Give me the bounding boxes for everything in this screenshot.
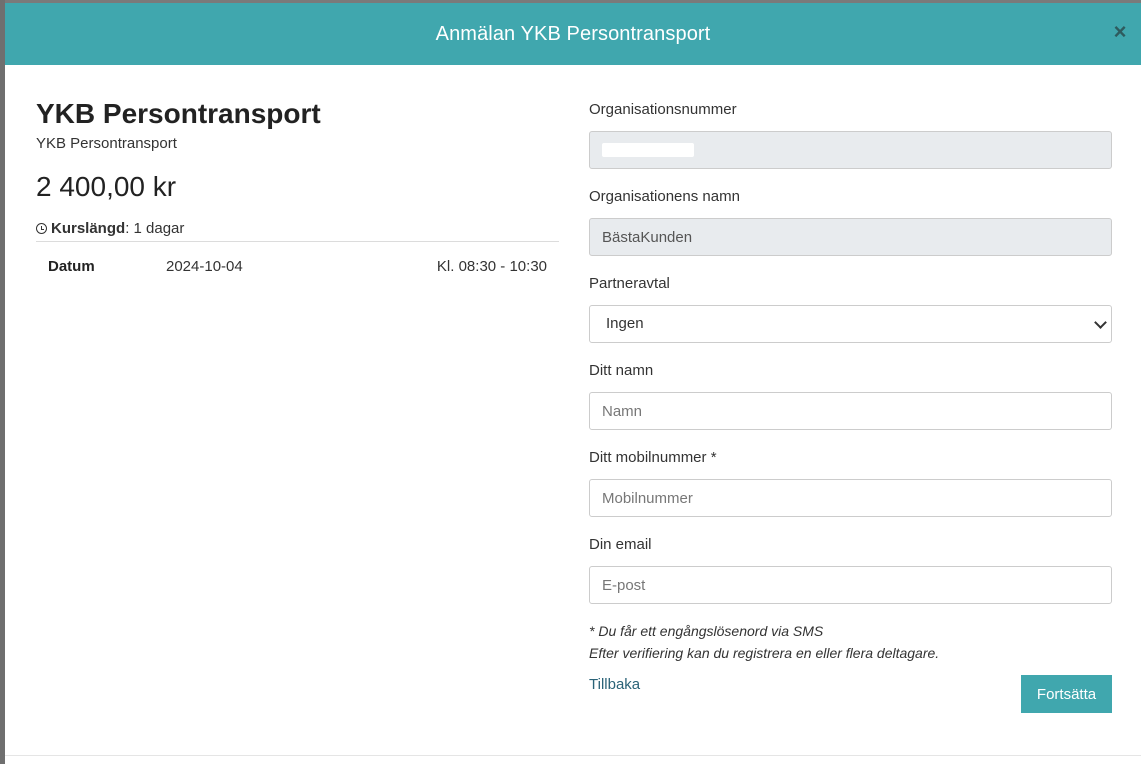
- course-subtitle: YKB Persontransport: [36, 135, 177, 152]
- schedule-row: Datum 2024-10-04 Kl. 08:30 - 10:30: [36, 242, 559, 290]
- org-number-field-group: Organisationsnummer: [589, 99, 1112, 169]
- back-link[interactable]: Tillbaka: [589, 676, 640, 693]
- continue-button[interactable]: Fortsätta: [1021, 675, 1112, 713]
- course-length-value: : 1 dagar: [125, 220, 185, 237]
- org-name-field-group: Organisationens namn: [589, 186, 1112, 256]
- form-actions: Tillbaka Fortsätta: [589, 675, 1112, 736]
- name-field-group: Ditt namn: [589, 360, 1112, 430]
- partner-select[interactable]: Ingen: [589, 305, 1112, 343]
- course-length: Kurslängd : 1 dagar: [36, 220, 559, 237]
- sms-note: * Du får ett engångslösenord via SMS: [589, 623, 824, 639]
- email-field-group: Din email: [589, 534, 1112, 604]
- email-input[interactable]: [589, 566, 1112, 604]
- org-name-input[interactable]: [589, 218, 1112, 256]
- mobile-label: Ditt mobilnummer *: [589, 449, 717, 466]
- partner-selected-value[interactable]: Ingen: [589, 305, 1112, 343]
- mobile-field-group: Ditt mobilnummer *: [589, 447, 1112, 517]
- partner-field-group: Partneravtal Ingen: [589, 273, 1112, 343]
- close-icon[interactable]: ×: [1111, 21, 1129, 43]
- mobile-input[interactable]: [589, 479, 1112, 517]
- verification-note: Efter verifiering kan du registrera en e…: [589, 645, 940, 661]
- org-number-label: Organisationsnummer: [589, 101, 737, 118]
- course-title: YKB Persontransport: [36, 98, 321, 129]
- modal-footer-divider: [5, 755, 1141, 756]
- modal-title: Anmälan YKB Persontransport: [435, 22, 711, 45]
- registration-modal: Anmälan YKB Persontransport × YKB Person…: [5, 3, 1141, 764]
- time-value: Kl. 08:30 - 10:30: [436, 258, 547, 275]
- date-label: Datum: [48, 258, 95, 275]
- course-length-label: Kurslängd: [51, 220, 126, 237]
- modal-header: Anmälan YKB Persontransport ×: [5, 3, 1141, 65]
- partner-label: Partneravtal: [589, 275, 670, 292]
- email-label: Din email: [589, 536, 652, 553]
- registration-form: Organisationsnummer Organisationens namn…: [589, 99, 1112, 736]
- org-name-label: Organisationens namn: [589, 188, 740, 205]
- clock-icon: [36, 223, 47, 234]
- course-price: 2 400,00 kr: [36, 171, 177, 202]
- name-input[interactable]: [589, 392, 1112, 430]
- org-number-input[interactable]: [589, 131, 1112, 169]
- redacted-value: [602, 143, 694, 157]
- course-summary: YKB Persontransport YKB Persontransport …: [36, 97, 559, 290]
- date-value: 2024-10-04: [166, 258, 243, 275]
- name-label: Ditt namn: [589, 362, 654, 379]
